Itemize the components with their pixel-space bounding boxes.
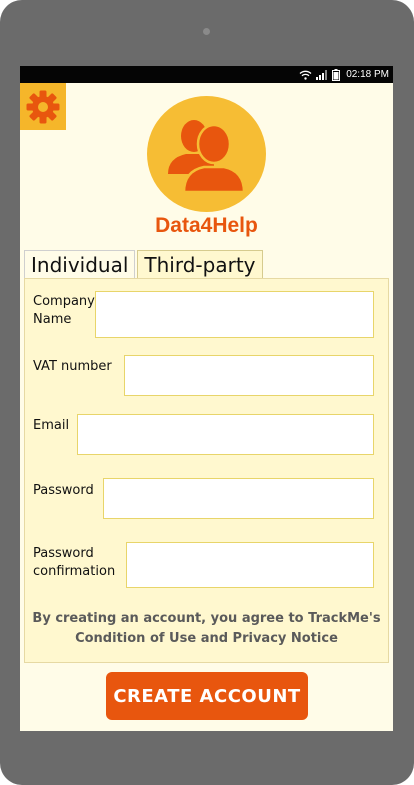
tab-third-party[interactable]: Third-party: [137, 250, 263, 279]
password-confirmation-input[interactable]: [126, 542, 374, 588]
company-name-label: Company Name: [33, 294, 95, 327]
camera-dot: [203, 28, 210, 35]
password-label: Password: [33, 483, 94, 498]
signal-icon: [316, 69, 328, 80]
vat-number-input[interactable]: [124, 355, 374, 396]
users-icon: [167, 120, 245, 194]
app-screen: 02:18 PM Data4Help Individual Third-part…: [20, 66, 393, 731]
vat-number-label: VAT number: [33, 359, 112, 374]
device-frame: 02:18 PM Data4Help Individual Third-part…: [0, 0, 414, 785]
app-logo: [147, 96, 266, 212]
email-label: Email: [33, 418, 70, 433]
company-name-input[interactable]: [95, 291, 374, 338]
password-input[interactable]: [103, 478, 374, 519]
settings-button[interactable]: [20, 83, 66, 130]
tab-individual[interactable]: Individual: [24, 250, 136, 279]
create-account-button[interactable]: CREATE ACCOUNT: [106, 672, 308, 720]
email-input[interactable]: [77, 414, 374, 455]
password-confirmation-label: Password confirmation: [33, 546, 116, 579]
registration-form: Company Name VAT number Email Password Pa…: [24, 278, 389, 663]
terms-line-1: By creating an account, you agree to Tra…: [32, 611, 381, 626]
app-title: Data4Help: [155, 214, 258, 237]
terms-notice: By creating an account, you agree to Tra…: [25, 609, 388, 649]
wifi-icon: [299, 70, 312, 80]
battery-icon: [332, 68, 341, 81]
status-time: 02:18 PM: [346, 69, 389, 80]
status-bar: 02:18 PM: [20, 66, 393, 83]
terms-line-2: Condition of Use and Privacy Notice: [75, 631, 338, 646]
account-type-tabs: Individual Third-party: [24, 250, 263, 279]
gear-icon: [26, 90, 60, 123]
